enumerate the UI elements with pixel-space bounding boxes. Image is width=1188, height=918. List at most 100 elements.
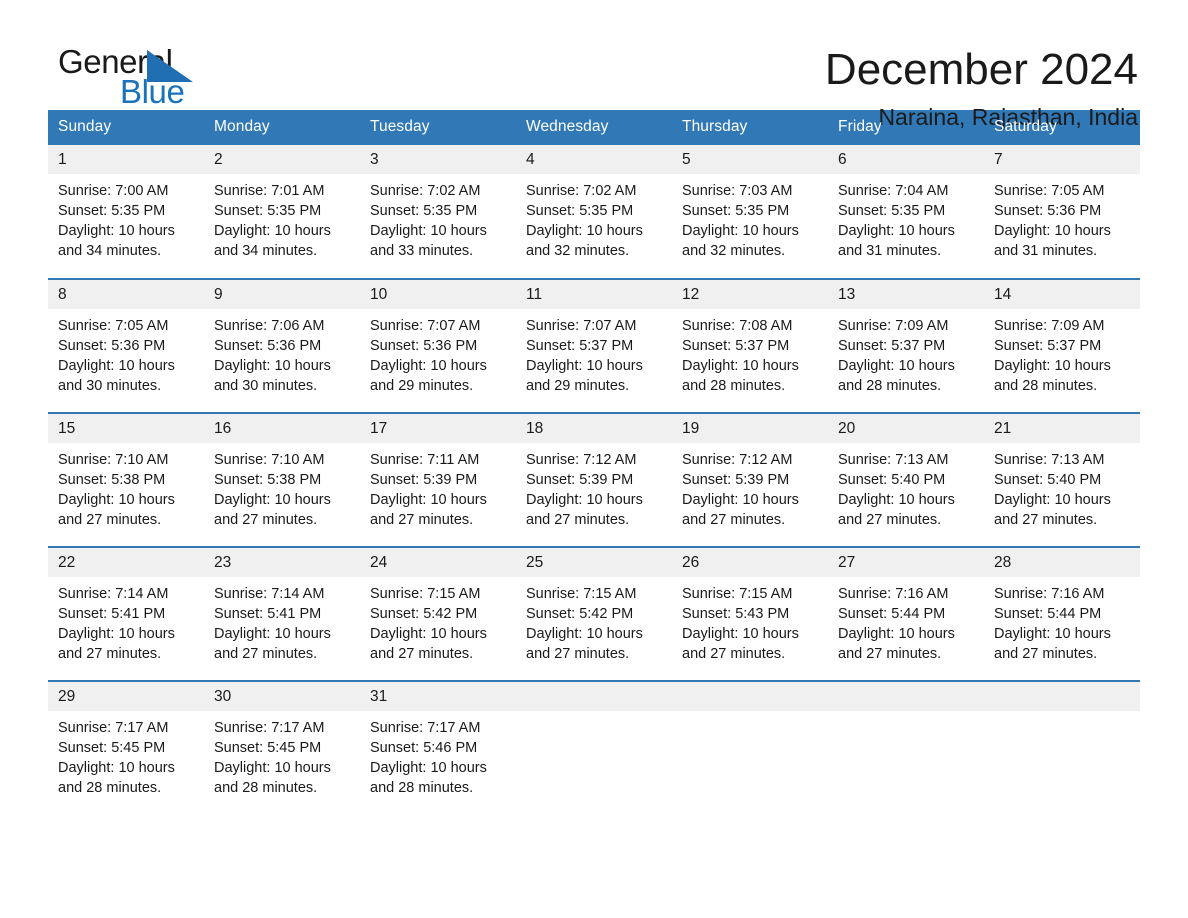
sunrise-text: Sunrise: 7:12 AM — [526, 452, 637, 468]
calendar-week-row: 1 Sunrise: 7:00 AM Sunset: 5:35 PM Dayli… — [48, 145, 1140, 279]
day-cell[interactable]: 16 Sunrise: 7:10 AM Sunset: 5:38 PM Dayl… — [204, 412, 360, 547]
day-details: Sunrise: 7:16 AM Sunset: 5:44 PM Dayligh… — [828, 577, 984, 664]
day-cell[interactable]: 30 Sunrise: 7:17 AM Sunset: 5:45 PM Dayl… — [204, 680, 360, 815]
day-number: 4 — [516, 145, 672, 174]
daylight-text: Daylight: 10 hours and 27 minutes. — [214, 626, 331, 662]
day-cell[interactable]: 12 Sunrise: 7:08 AM Sunset: 5:37 PM Dayl… — [672, 278, 828, 413]
day-cell[interactable]: 22 Sunrise: 7:14 AM Sunset: 5:41 PM Dayl… — [48, 546, 204, 681]
sunset-text: Sunset: 5:39 PM — [526, 472, 634, 488]
calendar-body: 1 Sunrise: 7:00 AM Sunset: 5:35 PM Dayli… — [48, 145, 1140, 815]
day-cell[interactable]: 10 Sunrise: 7:07 AM Sunset: 5:36 PM Dayl… — [360, 278, 516, 413]
daylight-text: Daylight: 10 hours and 27 minutes. — [994, 492, 1111, 528]
sunrise-text: Sunrise: 7:12 AM — [682, 452, 793, 468]
daylight-text: Daylight: 10 hours and 27 minutes. — [682, 626, 799, 662]
sunrise-text: Sunrise: 7:17 AM — [370, 720, 481, 736]
day-number: 15 — [48, 414, 204, 443]
day-cell[interactable]: 24 Sunrise: 7:15 AM Sunset: 5:42 PM Dayl… — [360, 546, 516, 681]
sunset-text: Sunset: 5:44 PM — [994, 606, 1102, 622]
sunrise-text: Sunrise: 7:09 AM — [838, 318, 949, 334]
sunrise-text: Sunrise: 7:17 AM — [214, 720, 325, 736]
sunset-text: Sunset: 5:36 PM — [994, 203, 1102, 219]
day-cell[interactable]: 2 Sunrise: 7:01 AM Sunset: 5:35 PM Dayli… — [204, 145, 360, 279]
sunrise-text: Sunrise: 7:09 AM — [994, 318, 1105, 334]
sunrise-text: Sunrise: 7:13 AM — [838, 452, 949, 468]
day-cell[interactable]: 28 Sunrise: 7:16 AM Sunset: 5:44 PM Dayl… — [984, 546, 1140, 681]
daylight-text: Daylight: 10 hours and 28 minutes. — [682, 358, 799, 394]
daylight-text: Daylight: 10 hours and 33 minutes. — [370, 223, 487, 259]
page-header: General Blue December 2024 Naraina, Raja… — [48, 0, 1140, 131]
daylight-text: Daylight: 10 hours and 34 minutes. — [58, 223, 175, 259]
sunset-text: Sunset: 5:46 PM — [370, 740, 478, 756]
day-details: Sunrise: 7:11 AM Sunset: 5:39 PM Dayligh… — [360, 443, 516, 530]
calendar-week-row: 15 Sunrise: 7:10 AM Sunset: 5:38 PM Dayl… — [48, 412, 1140, 547]
sunset-text: Sunset: 5:44 PM — [838, 606, 946, 622]
day-number: 3 — [360, 145, 516, 174]
sunrise-text: Sunrise: 7:06 AM — [214, 318, 325, 334]
day-cell[interactable]: 4 Sunrise: 7:02 AM Sunset: 5:35 PM Dayli… — [516, 145, 672, 279]
day-details: Sunrise: 7:15 AM Sunset: 5:42 PM Dayligh… — [516, 577, 672, 664]
weekday-header-monday: Monday — [204, 110, 360, 145]
sunrise-text: Sunrise: 7:17 AM — [58, 720, 169, 736]
weekday-header-thursday: Thursday — [672, 110, 828, 145]
day-number: 31 — [360, 682, 516, 711]
day-cell[interactable]: 14 Sunrise: 7:09 AM Sunset: 5:37 PM Dayl… — [984, 278, 1140, 413]
day-number: 30 — [204, 682, 360, 711]
day-cell[interactable]: 7 Sunrise: 7:05 AM Sunset: 5:36 PM Dayli… — [984, 145, 1140, 279]
day-details: Sunrise: 7:13 AM Sunset: 5:40 PM Dayligh… — [828, 443, 984, 530]
day-cell[interactable]: 26 Sunrise: 7:15 AM Sunset: 5:43 PM Dayl… — [672, 546, 828, 681]
day-details: Sunrise: 7:06 AM Sunset: 5:36 PM Dayligh… — [204, 309, 360, 396]
sunset-text: Sunset: 5:37 PM — [838, 338, 946, 354]
day-cell[interactable]: 15 Sunrise: 7:10 AM Sunset: 5:38 PM Dayl… — [48, 412, 204, 547]
sunset-text: Sunset: 5:39 PM — [682, 472, 790, 488]
sunrise-text: Sunrise: 7:11 AM — [370, 452, 480, 468]
calendar-table: Sunday Monday Tuesday Wednesday Thursday… — [48, 110, 1140, 815]
day-cell[interactable]: 18 Sunrise: 7:12 AM Sunset: 5:39 PM Dayl… — [516, 412, 672, 547]
day-cell[interactable]: 19 Sunrise: 7:12 AM Sunset: 5:39 PM Dayl… — [672, 412, 828, 547]
sunrise-text: Sunrise: 7:02 AM — [526, 183, 637, 199]
day-number: 13 — [828, 280, 984, 309]
sunset-text: Sunset: 5:45 PM — [214, 740, 322, 756]
sunset-text: Sunset: 5:37 PM — [526, 338, 634, 354]
day-cell-empty — [828, 680, 984, 815]
sunset-text: Sunset: 5:35 PM — [370, 203, 478, 219]
day-cell[interactable]: 8 Sunrise: 7:05 AM Sunset: 5:36 PM Dayli… — [48, 278, 204, 413]
brand-name-blue: Blue — [120, 73, 185, 110]
day-cell[interactable]: 23 Sunrise: 7:14 AM Sunset: 5:41 PM Dayl… — [204, 546, 360, 681]
day-cell[interactable]: 17 Sunrise: 7:11 AM Sunset: 5:39 PM Dayl… — [360, 412, 516, 547]
day-number: 19 — [672, 414, 828, 443]
sunset-text: Sunset: 5:35 PM — [838, 203, 946, 219]
daylight-text: Daylight: 10 hours and 32 minutes. — [526, 223, 643, 259]
day-cell[interactable]: 1 Sunrise: 7:00 AM Sunset: 5:35 PM Dayli… — [48, 145, 204, 279]
day-cell[interactable]: 3 Sunrise: 7:02 AM Sunset: 5:35 PM Dayli… — [360, 145, 516, 279]
day-cell[interactable]: 5 Sunrise: 7:03 AM Sunset: 5:35 PM Dayli… — [672, 145, 828, 279]
daylight-text: Daylight: 10 hours and 27 minutes. — [58, 492, 175, 528]
day-number — [516, 682, 672, 711]
day-cell[interactable]: 21 Sunrise: 7:13 AM Sunset: 5:40 PM Dayl… — [984, 412, 1140, 547]
daylight-text: Daylight: 10 hours and 29 minutes. — [370, 358, 487, 394]
sunset-text: Sunset: 5:35 PM — [58, 203, 166, 219]
sunrise-text: Sunrise: 7:00 AM — [58, 183, 169, 199]
day-cell[interactable]: 11 Sunrise: 7:07 AM Sunset: 5:37 PM Dayl… — [516, 278, 672, 413]
sunset-text: Sunset: 5:35 PM — [526, 203, 634, 219]
day-cell[interactable]: 29 Sunrise: 7:17 AM Sunset: 5:45 PM Dayl… — [48, 680, 204, 815]
sunrise-text: Sunrise: 7:13 AM — [994, 452, 1105, 468]
day-cell[interactable]: 20 Sunrise: 7:13 AM Sunset: 5:40 PM Dayl… — [828, 412, 984, 547]
day-details: Sunrise: 7:14 AM Sunset: 5:41 PM Dayligh… — [204, 577, 360, 664]
calendar-week-row: 8 Sunrise: 7:05 AM Sunset: 5:36 PM Dayli… — [48, 278, 1140, 413]
page-title: December 2024 — [824, 45, 1138, 94]
day-number: 6 — [828, 145, 984, 174]
day-number: 7 — [984, 145, 1140, 174]
day-number: 12 — [672, 280, 828, 309]
day-cell[interactable]: 9 Sunrise: 7:06 AM Sunset: 5:36 PM Dayli… — [204, 278, 360, 413]
weekday-header-tuesday: Tuesday — [360, 110, 516, 145]
day-cell[interactable]: 31 Sunrise: 7:17 AM Sunset: 5:46 PM Dayl… — [360, 680, 516, 815]
day-cell[interactable]: 13 Sunrise: 7:09 AM Sunset: 5:37 PM Dayl… — [828, 278, 984, 413]
day-details: Sunrise: 7:15 AM Sunset: 5:43 PM Dayligh… — [672, 577, 828, 664]
sunrise-text: Sunrise: 7:14 AM — [214, 586, 325, 602]
generalblue-logo[interactable]: General Blue — [48, 44, 208, 114]
sunset-text: Sunset: 5:40 PM — [838, 472, 946, 488]
day-cell[interactable]: 6 Sunrise: 7:04 AM Sunset: 5:35 PM Dayli… — [828, 145, 984, 279]
day-cell[interactable]: 25 Sunrise: 7:15 AM Sunset: 5:42 PM Dayl… — [516, 546, 672, 681]
day-cell[interactable]: 27 Sunrise: 7:16 AM Sunset: 5:44 PM Dayl… — [828, 546, 984, 681]
sunset-text: Sunset: 5:38 PM — [58, 472, 166, 488]
